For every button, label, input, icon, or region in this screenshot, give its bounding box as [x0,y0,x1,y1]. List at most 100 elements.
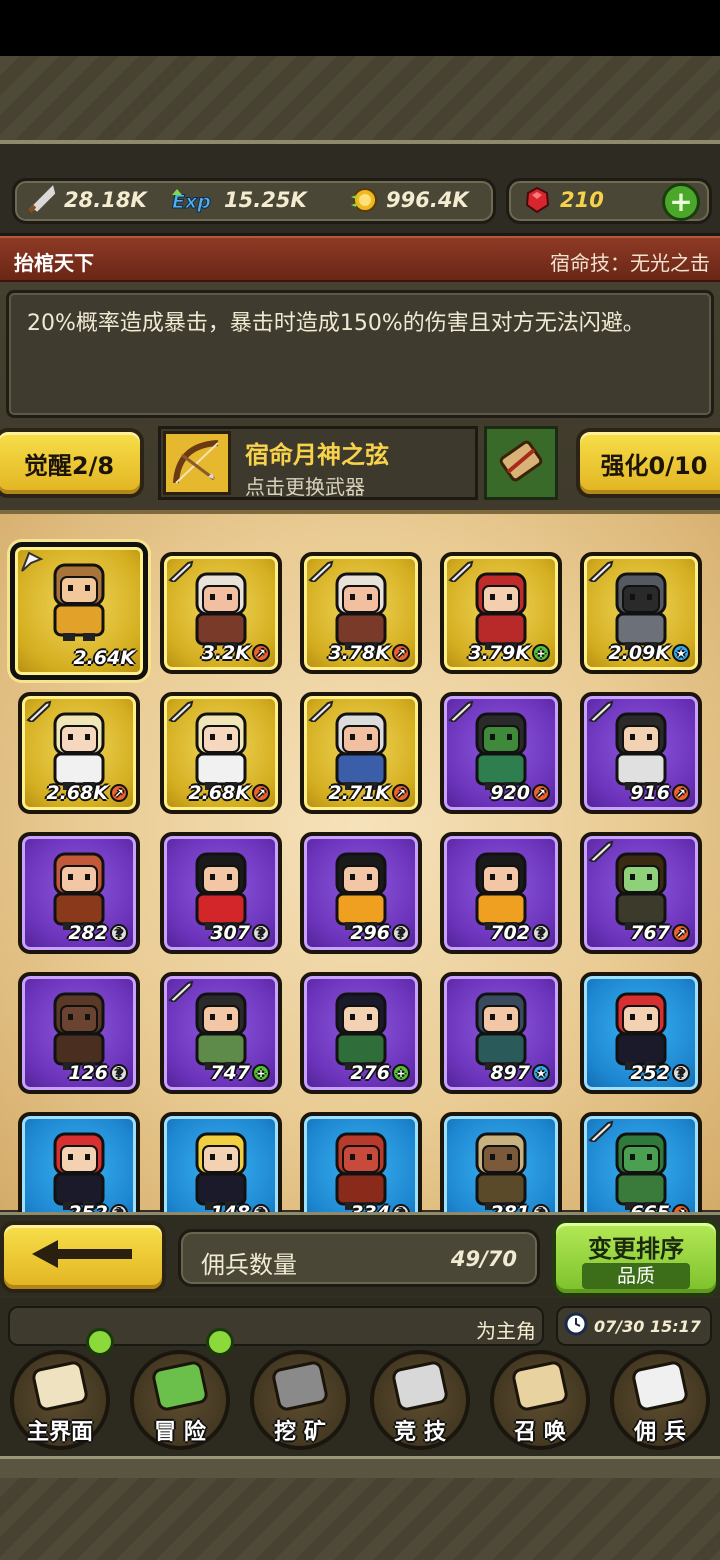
nav-item[interactable]: 冒 险 [122,1328,238,1452]
exp-value: 15.25K [224,188,307,212]
main-navigation: 为主角 07/30 15:17 主界面 冒 险 挖 矿 竞 技 召 唤 佣 兵 [0,1298,720,1478]
mercenary-card[interactable]: 307? [160,832,282,954]
status-bar [0,0,720,56]
attack-resource: 28.18K [26,184,147,216]
power-value: 2.68K [188,782,250,804]
mercenary-power: 920 ↗ [490,782,550,804]
mercenary-card[interactable]: 897 ★ [440,972,562,1094]
mercenary-card[interactable]: 920 ↗ [440,692,562,814]
mercenary-card[interactable]: 2.68K ↗ [18,692,140,814]
change-weapon-hint: 点击更换武器 [245,475,365,499]
nav-floor [0,1456,720,1478]
skill-description: 20%概率造成暴击，暴击时造成150%的伤害且对方无法闪避。 [27,311,645,336]
fate-skill-label: 宿命技：无光之击 [550,251,710,275]
gold-resource: 996.4K [348,184,469,216]
back-button[interactable] [0,1221,166,1293]
plus-badge-icon: + [392,1064,410,1082]
nav-label: 主界面 [26,1420,93,1445]
add-gems-button[interactable]: + [662,183,700,221]
nav-item[interactable]: 主界面 [2,1328,118,1452]
mercenary-card[interactable]: 126? [18,972,140,1094]
upgrade-icon: ↗ [110,784,128,802]
nav-label: 竞 技 [394,1420,446,1445]
scroll-button[interactable] [484,426,558,500]
mercenary-card[interactable]: 3.2K ↗ [160,552,282,674]
question-icon: ? [392,924,410,942]
mercenary-power: 126? [68,1062,128,1084]
power-value: 276 [350,1062,390,1084]
notification-dot [206,1328,234,1356]
mercenary-card[interactable]: 2.68K ↗ [160,692,282,814]
mercenary-power: 252? [630,1062,690,1084]
weapon-slot[interactable]: 宿命月神之弦 点击更换武器 [158,426,478,500]
power-value: 3.78K [328,642,390,664]
nav-item[interactable]: 召 唤 [482,1344,598,1452]
upgrade-icon: ↗ [392,644,410,662]
upgrade-icon: ↗ [672,924,690,942]
mercenary-card[interactable]: 767 ↗ [580,832,702,954]
mercenary-power: 296? [350,922,410,944]
mercenary-power: 2.71K ↗ [328,782,410,804]
question-icon: ? [252,924,270,942]
mercenary-card[interactable]: 296? [300,832,422,954]
mercenary-power: 2.09K ★ [608,642,690,664]
bow-icon [163,431,231,495]
sword-icon [26,185,56,215]
mercenary-power: 2.68K ↗ [188,782,270,804]
awaken-button[interactable]: 觉醒2/8 [0,428,144,498]
island-icon [152,1361,208,1411]
exp-icon: Exp [170,185,216,215]
count-label: 佣兵数量 [201,1251,297,1279]
ruby-icon [522,185,552,215]
enhance-button[interactable]: 强化0/10 [576,428,720,498]
mercenary-card[interactable]: 747 + [160,972,282,1094]
mercenary-grid: 2.64K 3.2K ↗ 3.78K ↗ 3.79K +2.09K ★ 2.68K ↗ 2.68K ↗… [0,510,720,1234]
mercenary-power: 767 ↗ [630,922,690,944]
mercenary-card[interactable]: 702? [440,832,562,954]
upgrade-icon: ↗ [672,784,690,802]
plus-badge-icon: + [532,644,550,662]
mercenary-card[interactable]: 252? [580,972,702,1094]
enhance-label: 强化0/10 [600,451,708,480]
awaken-label: 觉醒2/8 [23,451,115,480]
summon-scroll-icon [512,1361,568,1411]
mercenary-power: 282? [68,922,128,944]
power-value: 2.09K [608,642,670,664]
question-icon: ? [110,1064,128,1082]
gold-value: 996.4K [386,188,469,212]
sort-button[interactable]: 变更排序 品质 [552,1219,720,1297]
mercenary-card[interactable]: 282? [18,832,140,954]
power-value: 920 [490,782,530,804]
mercenary-card[interactable]: 3.79K + [440,552,562,674]
mercenary-power: 3.78K ↗ [328,642,410,664]
skill-bar: 抬棺天下 宿命技：无光之击 [0,236,720,282]
mercenary-card[interactable]: 916 ↗ [580,692,702,814]
power-value: 3.79K [468,642,530,664]
power-value: 767 [630,922,670,944]
nav-item[interactable]: 佣 兵 [602,1344,718,1452]
mercenary-card[interactable]: 2.09K ★ [580,552,702,674]
mercenary-card[interactable]: 276 + [300,972,422,1094]
gold-coin-icon [348,185,378,215]
mercenary-power: 702? [490,922,550,944]
mercenary-power: 307? [210,922,270,944]
upgrade-icon: ↗ [252,784,270,802]
power-value: 702 [490,922,530,944]
nav-item[interactable]: 竞 技 [362,1344,478,1452]
datetime-value: 07/30 15:17 [594,1316,701,1336]
mercenary-power: 897 ★ [490,1062,550,1084]
power-value: 2.64K [73,647,135,669]
mercenary-power: 2.68K ↗ [46,782,128,804]
nav-item[interactable]: 挖 矿 [242,1344,358,1452]
upgrade-icon: ↗ [532,784,550,802]
ticker-text: 为主角 [476,1319,536,1343]
mercenary-card[interactable]: 3.78K ↗ [300,552,422,674]
power-value: 2.71K [328,782,390,804]
star-badge-icon: ★ [532,1064,550,1082]
attack-value: 28.18K [64,188,147,212]
skill-name: 抬棺天下 [14,251,94,275]
mercenary-card[interactable]: 2.71K ↗ [300,692,422,814]
sort-mode: 品质 [582,1263,690,1289]
power-value: 2.68K [46,782,108,804]
mercenary-card[interactable]: 2.64K [10,542,148,680]
